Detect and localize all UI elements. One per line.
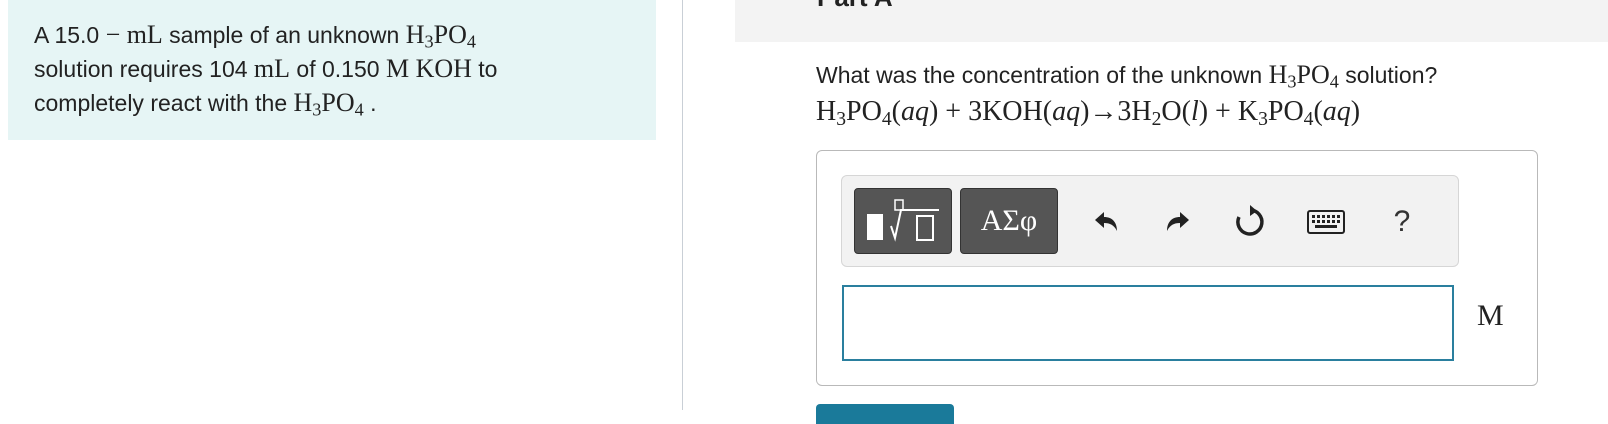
problem-line-3: completely react with the H3PO4 . xyxy=(34,86,630,120)
reset-button[interactable] xyxy=(1230,202,1270,242)
help-button[interactable]: ? xyxy=(1382,202,1422,242)
redo-icon xyxy=(1167,212,1189,231)
part-a-header[interactable]: › Part A xyxy=(735,0,1608,42)
problem-text: completely react with the xyxy=(34,90,294,116)
formula-h3po4: H3PO4 xyxy=(1268,60,1339,92)
reset-icon xyxy=(1236,205,1264,236)
math-toolbar: ΑΣφ ? xyxy=(841,175,1459,267)
templates-icon xyxy=(867,199,939,242)
problem-text: A 15.0 xyxy=(34,22,106,48)
undo-button[interactable] xyxy=(1086,202,1126,242)
redo-button[interactable] xyxy=(1158,202,1198,242)
answer-input[interactable] xyxy=(842,285,1454,361)
greek-letters-button[interactable]: ΑΣφ xyxy=(960,188,1058,254)
problem-line-2: solution requires 104 mL of 0.150 M KOH … xyxy=(34,52,630,86)
chemical-equation: H3PO4(aq) + 3KOH(aq)→3H2O(l) + K3PO4(aq) xyxy=(816,96,1361,130)
unit-ml: mL xyxy=(126,20,163,49)
answer-container: ΑΣφ ? M xyxy=(816,150,1538,386)
problem-text: solution requires 104 xyxy=(34,56,254,82)
formula-h3po4: H3PO4 xyxy=(405,20,476,52)
help-icon: ? xyxy=(1393,205,1411,238)
collapse-chevron-icon[interactable]: › xyxy=(771,0,778,7)
undo-icon xyxy=(1095,212,1117,231)
formula-koh: M KOH xyxy=(385,54,472,83)
unit-ml: mL xyxy=(253,54,291,83)
problem-text: sample of an unknown xyxy=(162,22,406,48)
templates-button[interactable] xyxy=(854,188,952,254)
column-divider xyxy=(682,0,683,410)
minus-sign: − xyxy=(105,20,121,49)
formula-h3po4: H3PO4 xyxy=(293,88,364,120)
submit-button[interactable] xyxy=(816,404,954,424)
problem-text: of 0.150 xyxy=(290,56,386,82)
part-title: Part A xyxy=(817,0,893,13)
greek-letters-icon: ΑΣφ xyxy=(980,204,1038,237)
period: . xyxy=(363,90,377,116)
problem-line-1: A 15.0 − mL sample of an unknown H3PO4 xyxy=(34,18,630,52)
problem-statement: A 15.0 − mL sample of an unknown H3PO4 s… xyxy=(8,0,656,140)
unit-label: M xyxy=(1477,299,1504,332)
keyboard-button[interactable] xyxy=(1306,202,1346,242)
question-text: What was the concentration of the unknow… xyxy=(816,60,1438,92)
problem-text: to xyxy=(471,56,498,82)
keyboard-icon xyxy=(1307,210,1345,234)
